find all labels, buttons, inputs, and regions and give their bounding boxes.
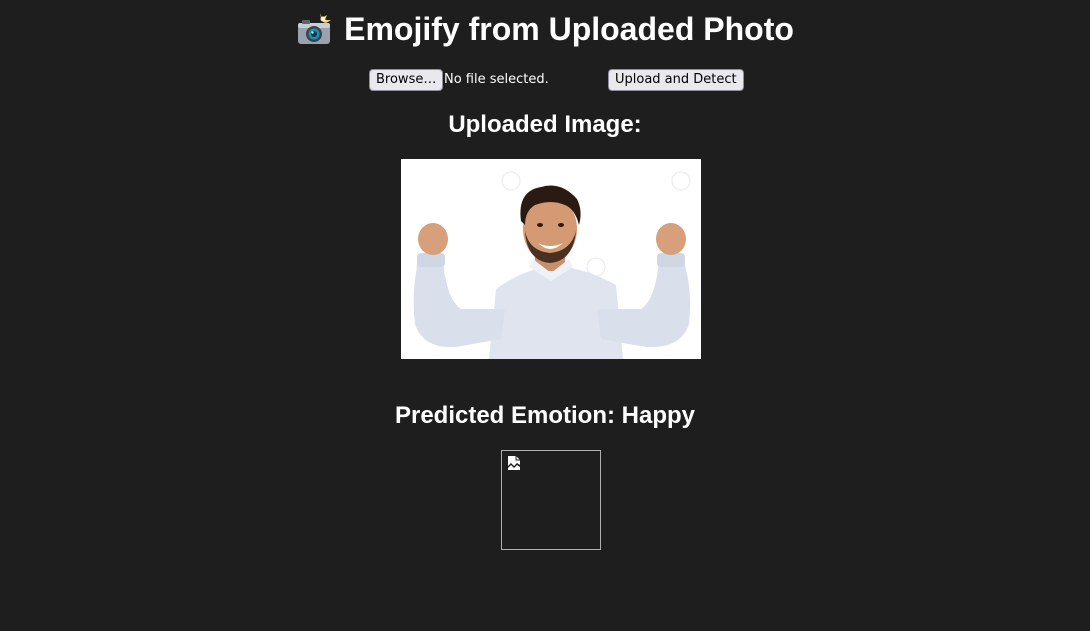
predicted-emotion-heading: Predicted Emotion: Happy (394, 402, 696, 429)
uploaded-photo (401, 159, 701, 359)
emoji-image (501, 450, 601, 550)
file-status-text: No file selected. (444, 72, 549, 87)
page: Emojify from Uploaded Photo Browse… No f… (0, 0, 1090, 631)
uploaded-photo-illustration (401, 159, 701, 359)
page-title-text: Emojify from Uploaded Photo (344, 11, 794, 47)
upload-form: Browse… No file selected. Upload and Det… (0, 69, 1090, 93)
upload-and-detect-button[interactable]: Upload and Detect (608, 69, 744, 91)
browse-button[interactable]: Browse… (369, 69, 444, 91)
broken-image-icon (508, 456, 520, 470)
page-title: Emojify from Uploaded Photo (0, 8, 1090, 50)
uploaded-image-heading: Uploaded Image: (448, 111, 642, 138)
camera-with-flash-icon (298, 13, 332, 44)
